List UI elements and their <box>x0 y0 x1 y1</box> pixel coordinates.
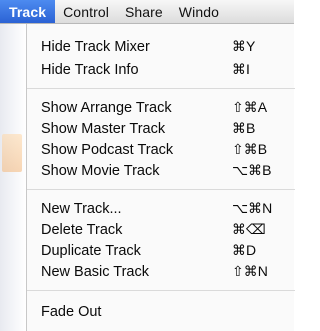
menu-item-show-podcast-track[interactable]: Show Podcast Track ⇧⌘B <box>27 140 295 159</box>
menu-item-label: Show Arrange Track <box>41 99 172 116</box>
menu-separator <box>27 290 295 291</box>
menu-control[interactable]: Control <box>55 0 117 23</box>
menu-item-shortcut: ⇧⌘A <box>232 99 268 115</box>
menu-item-label: Show Podcast Track <box>41 141 174 158</box>
menu-track[interactable]: Track <box>0 0 56 23</box>
menu-item-shortcut: ⌘B <box>232 120 256 136</box>
menu-item-delete-track[interactable]: Delete Track ⌘⌫ <box>27 220 295 239</box>
menu-item-new-basic-track[interactable]: New Basic Track ⇧⌘N <box>27 262 295 281</box>
menu-item-shortcut: ⇧⌘B <box>232 141 268 157</box>
track-dropdown-menu: Hide Track Mixer ⌘Y Hide Track Info ⌘I S… <box>26 24 295 331</box>
menu-item-shortcut: ⌘Y <box>232 38 256 54</box>
menu-item-label: Show Master Track <box>41 120 166 137</box>
menu-item-label: New Track... <box>41 200 122 217</box>
menu-item-shortcut: ⌥⌘B <box>232 162 272 178</box>
menu-window[interactable]: Windo <box>171 0 227 23</box>
menu-item-shortcut: ⌥⌘N <box>232 200 273 216</box>
menu-item-shortcut: ⇧⌘N <box>232 263 268 279</box>
menu-item-fade-out[interactable]: Fade Out <box>27 302 295 321</box>
menu-item-label: Fade Out <box>41 303 102 320</box>
menu-item-label: Duplicate Track <box>41 242 141 259</box>
menu-item-hide-track-info[interactable]: Hide Track Info ⌘I <box>27 60 295 79</box>
menu-item-shortcut: ⌘D <box>232 242 257 258</box>
menu-item-label: Hide Track Mixer <box>41 38 150 55</box>
menu-item-label: Hide Track Info <box>41 61 139 78</box>
menu-item-label: New Basic Track <box>41 263 149 280</box>
menu-item-hide-track-mixer[interactable]: Hide Track Mixer ⌘Y <box>27 37 295 56</box>
menu-separator <box>27 189 295 190</box>
menu-item-show-arrange-track[interactable]: Show Arrange Track ⇧⌘A <box>27 98 295 117</box>
menu-item-shortcut: ⌘I <box>232 61 250 77</box>
menu-item-new-track[interactable]: New Track... ⌥⌘N <box>27 199 295 218</box>
menu-item-show-master-track[interactable]: Show Master Track ⌘B <box>27 119 295 138</box>
menu-item-label: Show Movie Track <box>41 162 160 179</box>
menu-bar: Track Control Share Windo <box>0 0 294 24</box>
menu-share[interactable]: Share <box>117 0 171 23</box>
menu-item-label: Delete Track <box>41 221 123 238</box>
menu-item-shortcut: ⌘⌫ <box>232 221 266 237</box>
menu-item-duplicate-track[interactable]: Duplicate Track ⌘D <box>27 241 295 260</box>
menu-item-show-movie-track[interactable]: Show Movie Track ⌥⌘B <box>27 161 295 180</box>
background-window <box>0 24 26 331</box>
menu-separator <box>27 88 295 89</box>
